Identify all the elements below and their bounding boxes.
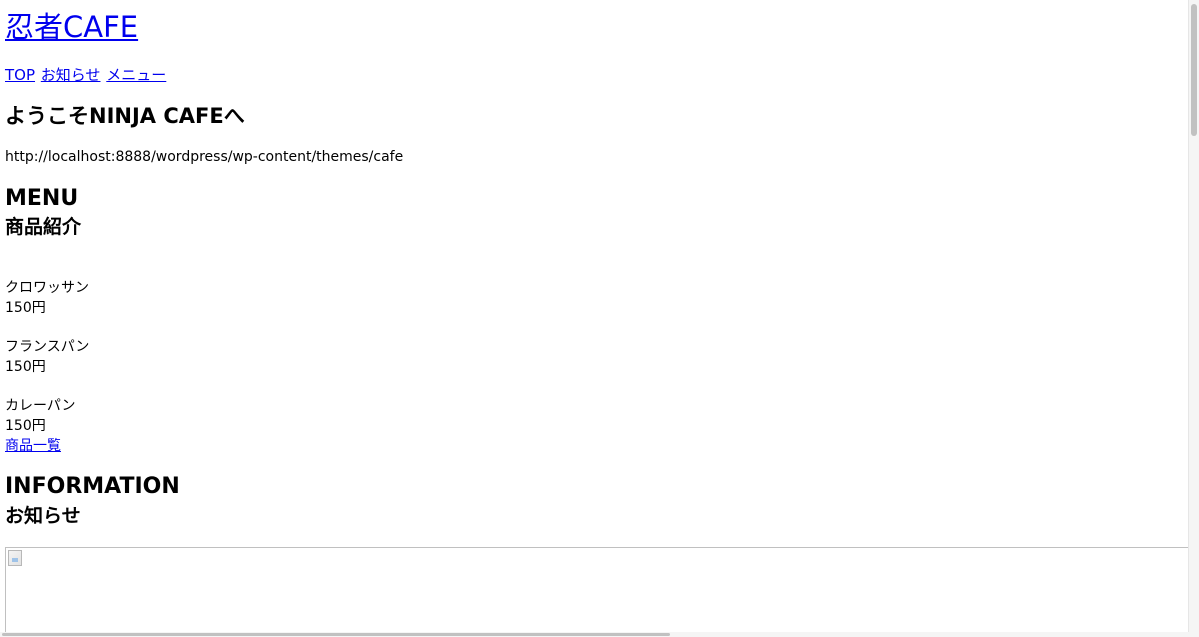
broken-image [5,547,1189,637]
menu-item-price: 150円 [5,418,46,434]
nav-link-menu[interactable]: メニュー [106,66,166,84]
menu-item: フランスパン 150円 [5,337,89,377]
site-title-link[interactable]: 忍者CAFE [5,10,138,44]
menu-item-price: 150円 [5,300,46,316]
menu-section-title: MENU [5,186,79,211]
horizontal-scrollbar[interactable] [0,632,1189,637]
info-section-title: INFORMATION [5,474,180,499]
menu-item: クロワッサン 150円 [5,278,89,318]
menu-item-name: カレーパン [5,398,76,414]
nav-link-top[interactable]: TOP [5,66,35,84]
nav-link-news[interactable]: お知らせ [41,66,101,84]
theme-path-text: http://localhost:8888/wordpress/wp-conte… [5,149,404,165]
horizontal-scrollbar-thumb[interactable] [2,633,670,636]
info-section-subtitle: お知らせ [5,505,81,527]
vertical-scrollbar-thumb[interactable] [1191,4,1197,136]
all-products-link[interactable]: 商品一覧 [5,436,61,456]
broken-image-icon [8,550,22,566]
menu-section-subtitle: 商品紹介 [5,216,82,238]
main-nav: TOP お知らせ メニュー [5,65,167,85]
welcome-heading: ようこそNINJA CAFEへ [5,104,245,128]
menu-item-name: フランスパン [5,339,90,355]
menu-item-name: クロワッサン [5,280,89,296]
browser-page: 忍者CAFE TOP お知らせ メニュー ようこそNINJA CAFEへ htt… [0,0,1199,637]
vertical-scrollbar[interactable] [1188,0,1199,637]
menu-item-price: 150円 [5,359,46,375]
site-title: 忍者CAFE [5,8,138,46]
menu-item: カレーパン 150円 [5,396,76,436]
